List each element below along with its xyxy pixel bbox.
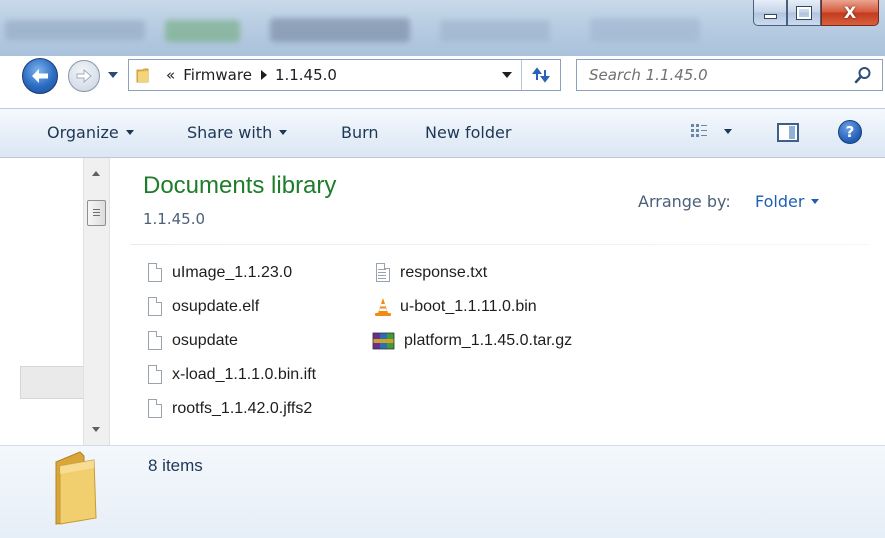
breadcrumb-current[interactable]: 1.1.45.0 (275, 66, 337, 84)
chevron-down-icon (279, 130, 288, 135)
new-folder-label: New folder (425, 123, 512, 142)
content-divider (130, 244, 870, 245)
details-pane (0, 445, 885, 538)
blurred-background (165, 20, 240, 42)
minimize-button[interactable] (753, 0, 787, 26)
folder-icon (50, 448, 102, 526)
navigation-scrollbar[interactable] (83, 158, 110, 445)
burn-label: Burn (341, 123, 379, 142)
winrar-archive-icon (372, 330, 396, 352)
organize-button[interactable]: Organize (47, 123, 134, 142)
refresh-button[interactable] (521, 60, 560, 90)
change-view-button[interactable] (690, 123, 732, 139)
window-controls: X (753, 0, 879, 28)
organize-label: Organize (47, 123, 119, 142)
text-file-icon (374, 262, 392, 284)
chevron-down-icon (811, 199, 820, 204)
library-subtitle: 1.1.45.0 (143, 210, 206, 228)
help-icon: ? (845, 123, 855, 141)
arrange-by-value: Folder (755, 192, 805, 211)
scroll-down-arrow[interactable] (92, 427, 100, 432)
file-item[interactable]: u-boot_1.1.11.0.bin (374, 295, 537, 319)
help-button[interactable]: ? (838, 120, 862, 144)
minimize-icon (763, 14, 777, 19)
share-with-button[interactable]: Share with (187, 123, 288, 142)
search-input[interactable] (587, 65, 841, 85)
file-name: rootfs_1.1.42.0.jffs2 (172, 400, 313, 417)
file-name: osupdate.elf (172, 298, 260, 315)
file-item[interactable]: osupdate.elf (146, 295, 259, 319)
arrange-by-label: Arrange by: (638, 192, 731, 211)
file-name: x-load_1.1.1.0.bin.ift (172, 366, 317, 383)
search-icon[interactable] (854, 66, 872, 84)
vlc-cone-icon (374, 296, 392, 318)
new-folder-button[interactable]: New folder (425, 123, 511, 142)
file-item[interactable]: platform_1.1.45.0.tar.gz (372, 329, 572, 353)
blurred-background (270, 18, 410, 42)
share-with-label: Share with (187, 123, 273, 142)
arrow-left-icon (32, 69, 48, 83)
blank-file-icon (146, 330, 164, 352)
breadcrumb-separator[interactable] (260, 70, 267, 80)
file-name: uImage_1.1.23.0 (172, 264, 293, 281)
close-button[interactable]: X (821, 0, 879, 26)
library-title: Documents library (143, 172, 337, 199)
blank-file-icon (146, 398, 164, 420)
blank-file-icon (146, 364, 164, 386)
arrange-by-dropdown[interactable]: Folder (755, 192, 820, 211)
blurred-background (440, 20, 550, 42)
file-name: osupdate (172, 332, 238, 349)
address-history-dropdown[interactable] (502, 72, 512, 78)
file-name: response.txt (400, 264, 488, 281)
file-item[interactable]: osupdate (146, 329, 238, 353)
chevron-down-icon (125, 130, 134, 135)
chevron-down-icon[interactable] (724, 128, 732, 134)
maximize-icon (796, 5, 812, 20)
breadcrumb-firmware[interactable]: Firmware (183, 66, 252, 84)
file-item[interactable]: uImage_1.1.23.0 (146, 261, 292, 285)
refresh-icon (532, 67, 550, 83)
burn-button[interactable]: Burn (341, 123, 379, 142)
file-name: u-boot_1.1.11.0.bin (400, 298, 537, 315)
blank-file-icon (146, 262, 164, 284)
file-item[interactable]: response.txt (374, 261, 487, 285)
view-options-icon (691, 124, 707, 137)
item-count: 8 items (148, 456, 203, 475)
scroll-thumb[interactable] (87, 200, 106, 226)
scroll-up-arrow[interactable] (92, 171, 100, 176)
close-icon: X (843, 3, 857, 22)
recent-pages-dropdown[interactable] (108, 72, 118, 78)
file-item[interactable]: rootfs_1.1.42.0.jffs2 (146, 397, 312, 421)
file-item[interactable]: x-load_1.1.1.0.bin.ift (146, 363, 316, 387)
preview-pane-button[interactable] (777, 123, 799, 142)
address-overflow[interactable]: « (166, 66, 175, 84)
search-box[interactable] (576, 59, 883, 91)
title-bar[interactable]: X (0, 0, 885, 56)
back-button[interactable] (22, 58, 58, 94)
blank-file-icon (146, 296, 164, 318)
address-bar[interactable]: « Firmware 1.1.45.0 (128, 59, 561, 91)
command-bar: Organize Share with Burn New folder ? (0, 108, 885, 158)
arrow-right-icon (76, 69, 92, 83)
forward-button[interactable] (68, 60, 100, 92)
maximize-button[interactable] (787, 0, 821, 26)
blurred-background (5, 20, 145, 40)
folder-icon (136, 66, 154, 84)
blurred-background (590, 18, 700, 42)
file-name: platform_1.1.45.0.tar.gz (404, 332, 573, 349)
navigation-selected-item[interactable] (20, 366, 85, 399)
